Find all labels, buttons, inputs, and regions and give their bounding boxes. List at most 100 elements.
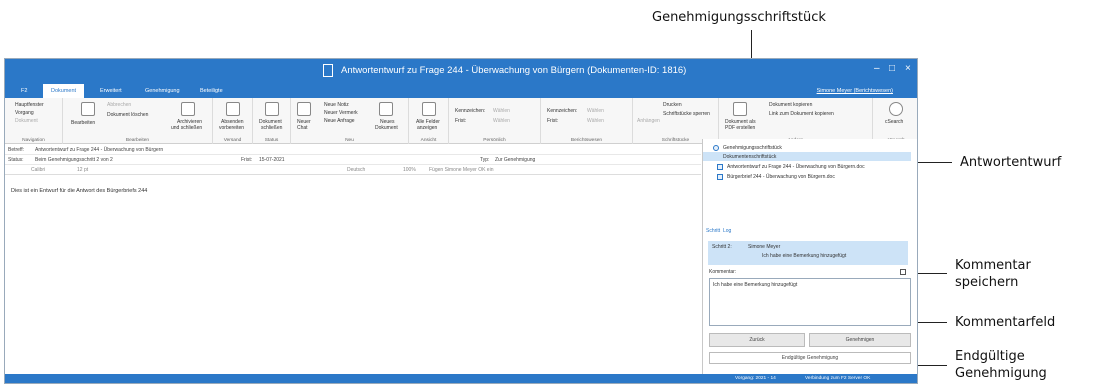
callout-genehmigungsschriftstueck: Genehmigungsschriftstück xyxy=(652,10,826,25)
status-row: Status: Beim Genehmigungsschritt 2 von 2… xyxy=(5,155,701,165)
group-label: Versand xyxy=(223,138,242,143)
user-link[interactable]: Simone Meyer (Berichtswesen) xyxy=(817,88,893,94)
endgueltig-label: Endgültige Genehmigung xyxy=(781,355,839,361)
frist-select[interactable]: Wählen xyxy=(493,118,510,124)
zoom-select[interactable]: 100% xyxy=(403,167,416,173)
abbrechen-button[interactable]: Abbrechen xyxy=(107,102,131,108)
status-verbindung: Verbindung zum F2 Server OK xyxy=(805,376,871,381)
tab-f2[interactable]: F2 xyxy=(21,88,27,94)
absenden-button-line2: vorbereiten xyxy=(219,125,245,131)
frist-field-value[interactable]: 15-07-2021 xyxy=(259,157,285,163)
alle-felder-line2: anzeigen xyxy=(417,125,438,131)
neue-anfrage-button[interactable]: Neue Anfrage xyxy=(324,118,355,124)
schriftstuecke-sperren-button[interactable]: Schriftstücke sperren xyxy=(663,111,710,117)
edit-icon xyxy=(81,102,95,116)
group-neu: Neuer Chat Neue Notiz Neuer Vermerk Neue… xyxy=(291,98,409,144)
tree-genehmigungsschriftstueck[interactable]: Genehmigungsschriftstück xyxy=(703,143,911,152)
group-andere: Dokument als PDF erstellen Dokument kopi… xyxy=(719,98,873,144)
anhaengen-button[interactable]: Anhängen xyxy=(637,118,660,124)
link-kopieren-button[interactable]: Link zum Dokument kopieren xyxy=(769,111,834,117)
kommentar-label: Kommentar: xyxy=(709,269,737,275)
comment-value: Ich habe eine Bemerkung hinzugefügt xyxy=(713,282,798,288)
status-bar: Vorgang: 2021 - 14 Verbindung zum F2 Ser… xyxy=(5,374,917,383)
callout-kommentarfeld: Kommentarfeld xyxy=(955,315,1056,330)
tab-erweitert[interactable]: Erweitert xyxy=(100,88,122,94)
format-extra: Fügen Simone Meyer OK ein xyxy=(429,167,494,173)
font-select[interactable]: Calibri xyxy=(31,167,45,173)
close-button[interactable]: × xyxy=(905,63,911,74)
group-versand: Absenden vorbereiten Versand xyxy=(213,98,253,144)
ribbon: Hauptfenster Vorgang Dokument Navigation… xyxy=(5,98,917,144)
bearbeiten-button[interactable]: Bearbeiten xyxy=(71,120,95,126)
group-ansicht: Alle Felder anzeigen Ansicht xyxy=(409,98,449,144)
tree-label: Dokumentenschriftstück xyxy=(723,154,777,160)
dokument-kopieren-button[interactable]: Dokument kopieren xyxy=(769,102,812,108)
betreff-input[interactable]: Antwortentwurf zu Frage 244 - Überwachun… xyxy=(35,147,163,153)
bericht-frist-select[interactable]: Wählen xyxy=(587,118,604,124)
callout-kommentar-speichern-2: speichern xyxy=(955,275,1019,290)
group-schriftstuecke: Anhängen Drucken Schriftstücke sperren S… xyxy=(633,98,719,144)
maximize-button[interactable]: □ xyxy=(889,63,895,74)
search-icon xyxy=(889,102,903,116)
tab-beteiligte[interactable]: Beteiligte xyxy=(200,88,223,94)
callout-antwortentwurf: Antwortentwurf xyxy=(960,155,1062,170)
frist-label: Frist: xyxy=(455,118,467,124)
document-body-text[interactable]: Dies ist ein Entwurf für die Antwort des… xyxy=(11,188,147,194)
tab-genehmigung[interactable]: Genehmigung xyxy=(145,88,180,94)
group-label: Ansicht xyxy=(420,138,437,143)
bericht-kennzeichen-select[interactable]: Wählen xyxy=(587,108,604,114)
tree-dokumentenschriftstueck[interactable]: Dokumentenschriftstück xyxy=(703,152,911,161)
neue-notiz-button[interactable]: Neue Notiz xyxy=(324,102,349,108)
zurueck-button[interactable]: Zurück xyxy=(709,333,805,347)
fields-icon xyxy=(422,102,436,116)
comment-textarea[interactable]: Ich habe eine Bemerkung hinzugefügt xyxy=(709,278,911,326)
font-size-select[interactable]: 12 pt xyxy=(77,167,88,173)
step-label: Schritt 2: xyxy=(712,244,732,250)
tab-schritt[interactable]: Schritt xyxy=(706,228,720,234)
typ-label: Typ: xyxy=(480,157,490,163)
group-berichtswesen: Kennzeichen: Wählen Frist: Wählen Berich… xyxy=(541,98,633,144)
betreff-label: Betreff: xyxy=(8,147,25,153)
group-navigation: Hauptfenster Vorgang Dokument Navigation xyxy=(5,98,63,144)
tab-log[interactable]: Log xyxy=(723,228,731,234)
status-label: Status: xyxy=(8,157,24,163)
screenshot-stage: Genehmigungsschriftstück Antwortentwurf … xyxy=(0,0,1093,384)
genehmigen-button[interactable]: Genehmigen xyxy=(809,333,911,347)
neuer-chat-line2: Chat xyxy=(297,125,308,131)
step-box: Schritt 2: Simone Meyer Ich habe eine Be… xyxy=(708,241,908,265)
tree-label: Genehmigungsschriftstück xyxy=(723,145,782,151)
tab-dokument[interactable]: Dokument xyxy=(43,84,85,98)
new-document-icon xyxy=(379,102,393,116)
dokument-loeschen-button[interactable]: Dokument löschen xyxy=(107,112,148,118)
callout-kommentar-speichern-1: Kommentar xyxy=(955,258,1031,273)
file-antwortentwurf[interactable]: Antwortentwurf zu Frage 244 - Überwachun… xyxy=(703,162,911,171)
archive-icon xyxy=(181,102,195,116)
document-icon xyxy=(323,64,333,77)
endgueltige-genehmigung-button[interactable]: Endgültige Genehmigung xyxy=(709,352,911,364)
title-bar: Antwortentwurf zu Frage 244 - Überwachun… xyxy=(5,59,917,84)
minimize-button[interactable]: – xyxy=(874,63,880,74)
csearch-button[interactable]: cSearch xyxy=(885,119,903,125)
hauptfenster-button[interactable]: Hauptfenster xyxy=(15,102,44,108)
typ-value[interactable]: Zur Genehmigung xyxy=(495,157,535,163)
callout-endgueltig-1: Endgültige xyxy=(955,349,1025,364)
window-title: Antwortentwurf zu Frage 244 - Überwachun… xyxy=(341,65,687,76)
neuer-vermerk-button[interactable]: Neuer Vermerk xyxy=(324,110,358,116)
file-buergerbrief[interactable]: Bürgerbrief 244 - Überwachung von Bürger… xyxy=(703,172,911,181)
file-label: Bürgerbrief 244 - Überwachung von Bürger… xyxy=(727,174,835,180)
language-select[interactable]: Deutsch xyxy=(347,167,365,173)
group-status: Dokument schließen Status xyxy=(253,98,291,144)
format-toolbar: Calibri 12 pt Deutsch 100% Fügen Simone … xyxy=(5,165,701,175)
close-document-icon xyxy=(265,102,279,116)
vorgang-button[interactable]: Vorgang xyxy=(15,110,34,116)
frist-field-label: Frist: xyxy=(241,157,253,163)
send-icon xyxy=(226,102,240,116)
save-comment-icon[interactable] xyxy=(900,269,906,275)
kennzeichen-select[interactable]: Wählen xyxy=(493,108,510,114)
drucken-button[interactable]: Drucken xyxy=(663,102,682,108)
neues-dokument-line2: Dokument xyxy=(375,125,398,131)
group-label: Status xyxy=(264,138,279,143)
dokument-nav-button[interactable]: Dokument xyxy=(15,118,38,124)
betreff-row: Betreff: Antwortentwurf zu Frage 244 - Ü… xyxy=(5,145,701,155)
status-vorgang: Vorgang: 2021 - 14 xyxy=(735,376,776,381)
